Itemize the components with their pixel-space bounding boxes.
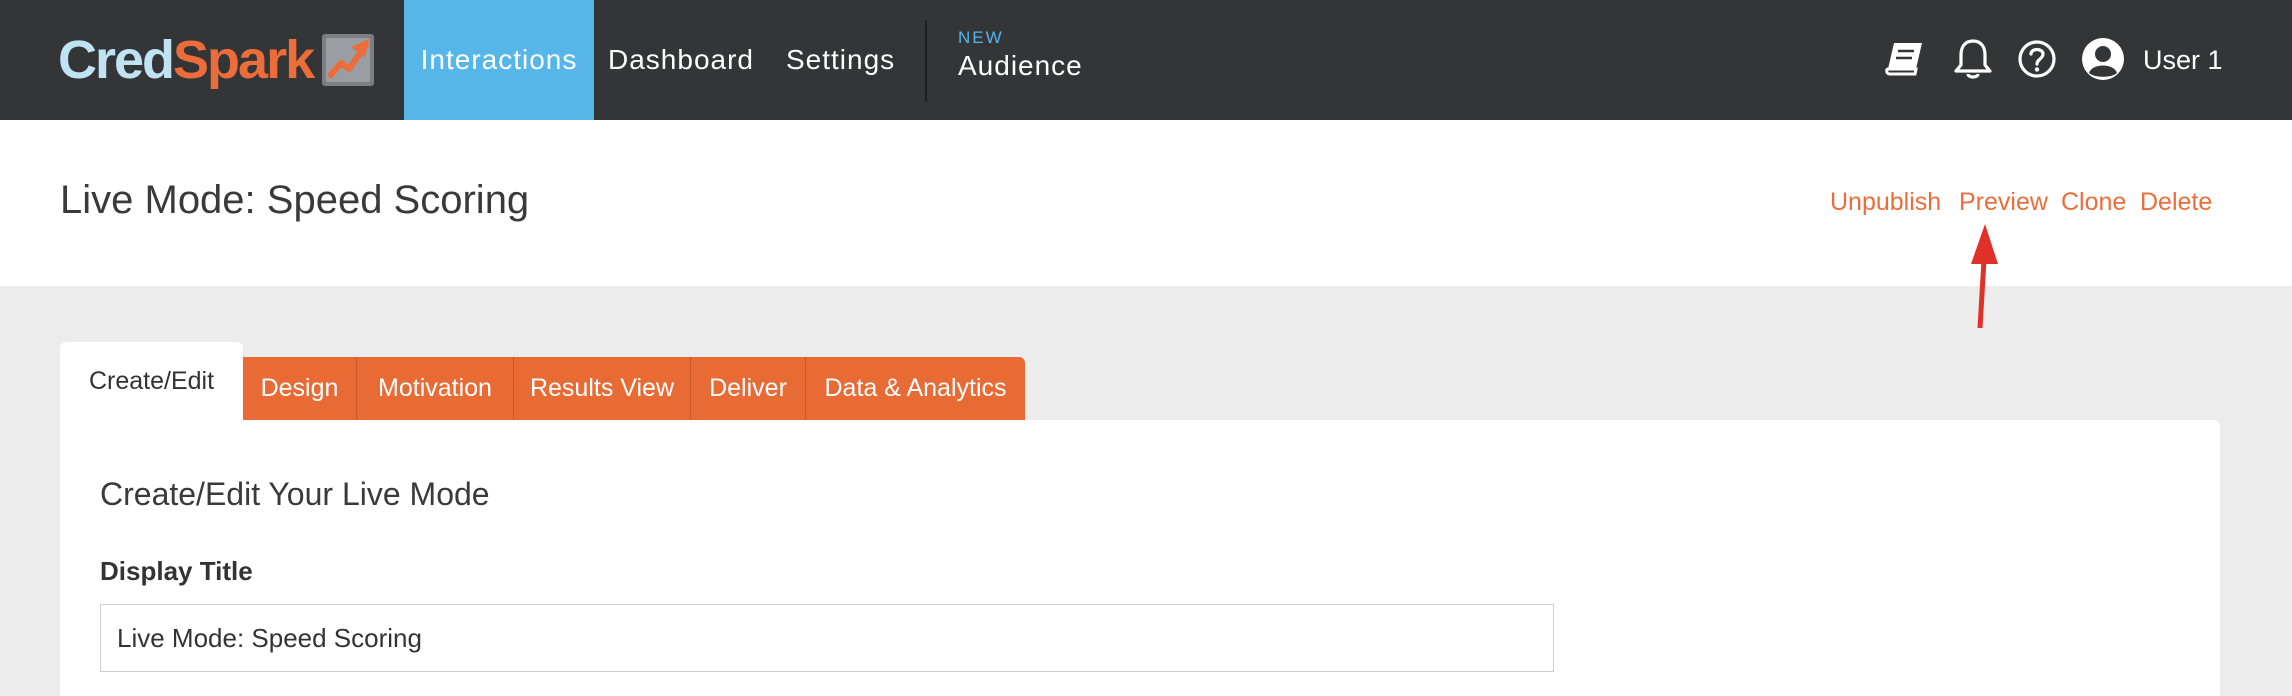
logo-text-spark: Spark bbox=[173, 30, 315, 90]
tab-deliver[interactable]: Deliver bbox=[691, 357, 806, 420]
panel-heading: Create/Edit Your Live Mode bbox=[100, 476, 490, 512]
book-icon[interactable] bbox=[1882, 36, 1928, 82]
nav-audience-label: Audience bbox=[958, 50, 1083, 81]
tab-design[interactable]: Design bbox=[243, 357, 357, 420]
top-navigation-bar: Cred Spark Interactions Dashboard Setting… bbox=[0, 0, 2292, 120]
nav-audience[interactable]: NEW Audience bbox=[958, 28, 1083, 92]
nav-divider bbox=[925, 20, 927, 102]
delete-link[interactable]: Delete bbox=[2140, 188, 2212, 217]
nav-settings[interactable]: Settings bbox=[786, 0, 906, 120]
help-icon[interactable] bbox=[2014, 36, 2060, 82]
credspark-logo[interactable]: Cred Spark bbox=[58, 28, 375, 92]
unpublish-link[interactable]: Unpublish bbox=[1830, 188, 1941, 217]
nav-dashboard[interactable]: Dashboard bbox=[608, 0, 758, 120]
logo-text-cred: Cred bbox=[58, 30, 175, 90]
preview-link[interactable]: Preview bbox=[1959, 188, 2048, 217]
logo-spark-icon bbox=[322, 34, 375, 86]
display-title-input[interactable] bbox=[100, 604, 1554, 672]
user-avatar-icon[interactable] bbox=[2080, 36, 2126, 82]
new-badge: NEW bbox=[958, 28, 1004, 47]
nav-interactions[interactable]: Interactions bbox=[404, 0, 594, 120]
tab-results-view[interactable]: Results View bbox=[514, 357, 691, 420]
display-title-label: Display Title bbox=[100, 556, 253, 586]
user-name-menu[interactable]: User 1 bbox=[2143, 40, 2223, 80]
bell-icon[interactable] bbox=[1950, 36, 1996, 82]
tab-create-edit[interactable]: Create/Edit bbox=[60, 342, 243, 420]
page-title: Live Mode: Speed Scoring bbox=[60, 178, 530, 222]
tab-motivation[interactable]: Motivation bbox=[357, 357, 514, 420]
tab-data-analytics[interactable]: Data & Analytics bbox=[806, 357, 1025, 420]
clone-link[interactable]: Clone bbox=[2061, 188, 2126, 217]
annotation-arrow-icon bbox=[1971, 224, 1998, 329]
